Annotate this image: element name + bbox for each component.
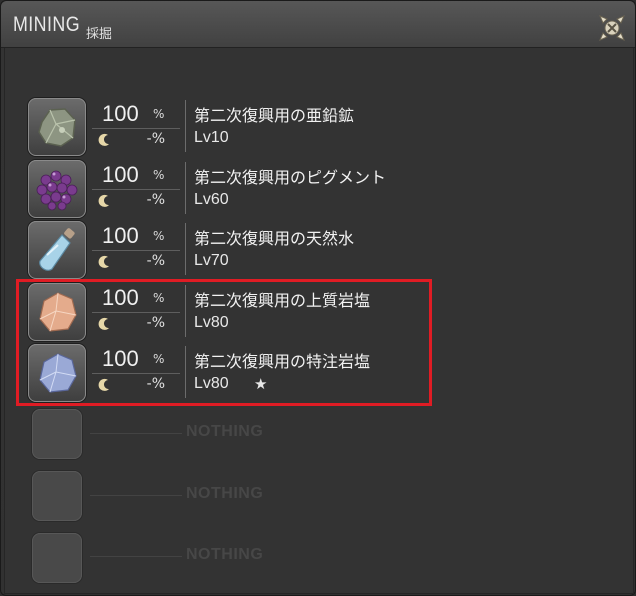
- hq-crescent-icon: [98, 133, 109, 146]
- window-subtitle: 採掘: [86, 27, 113, 42]
- percent-sign: %: [153, 168, 165, 182]
- gather-rate: 100: [102, 162, 139, 187]
- divider: [185, 223, 186, 275]
- empty-slot-label: NOTHING: [186, 423, 264, 440]
- zinc-ore-icon[interactable]: [28, 98, 86, 156]
- water-bottle-icon[interactable]: [28, 221, 86, 279]
- item-name: 第二次復興用のピグメント: [194, 168, 387, 187]
- empty-slot-label: NOTHING: [186, 485, 264, 502]
- divider: [90, 556, 182, 557]
- gather-rate: 100: [102, 101, 139, 126]
- hq-rate: -%: [146, 192, 165, 208]
- hq-rate: -%: [146, 131, 165, 147]
- empty-item-slot[interactable]: [32, 471, 82, 521]
- divider: [90, 495, 182, 496]
- hq-crescent-icon: [98, 255, 109, 268]
- empty-slot-label: NOTHING: [186, 546, 264, 563]
- divider: [90, 433, 182, 434]
- item-name: 第二次復興用の天然水: [194, 229, 355, 248]
- divider: [92, 250, 180, 251]
- item-name: 第二次復興用の亜鉛鉱: [194, 106, 355, 125]
- empty-item-slot[interactable]: [32, 533, 82, 583]
- window-titlebar[interactable]: MINING 採掘: [1, 1, 635, 48]
- purple-pigment-icon[interactable]: [28, 160, 86, 218]
- percent-sign: %: [153, 107, 165, 121]
- close-cross-icon[interactable]: [597, 13, 627, 43]
- item-level: Lv10: [194, 129, 229, 146]
- divider: [92, 128, 180, 129]
- hq-rate: -%: [146, 253, 165, 269]
- highlight-box: [16, 279, 432, 406]
- item-level: Lv70: [194, 252, 229, 269]
- item-level: Lv60: [194, 191, 229, 208]
- window-title: MINING: [13, 13, 81, 36]
- divider: [185, 100, 186, 152]
- divider: [92, 189, 180, 190]
- hq-crescent-icon: [98, 194, 109, 207]
- percent-sign: %: [153, 229, 165, 243]
- gather-rate: 100: [102, 223, 139, 248]
- divider: [185, 162, 186, 214]
- empty-item-slot[interactable]: [32, 409, 82, 459]
